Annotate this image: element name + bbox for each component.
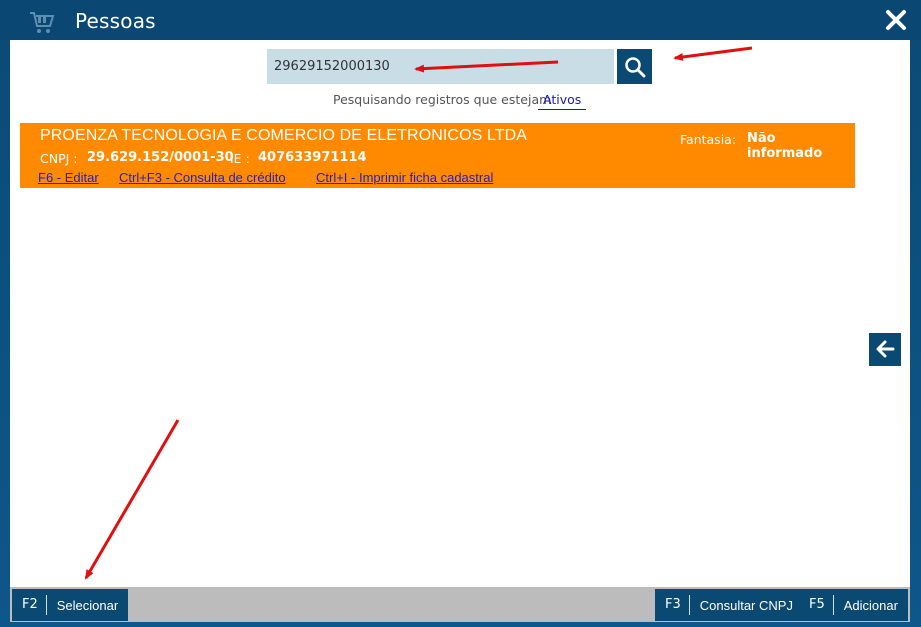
add-key: F5	[799, 595, 834, 615]
app-window: Pessoas Pesquisando registros que esteja…	[0, 0, 921, 627]
ie-value: 407633971114	[258, 150, 367, 165]
company-name: PROENZA TECNOLOGIA E COMERCIO DE ELETRON…	[40, 127, 528, 144]
cnpj-value: 29.629.152/0001-30	[87, 150, 234, 165]
consult-cnpj-label: Consultar CNPJ	[699, 597, 793, 613]
title-bar: Pessoas	[0, 0, 921, 40]
edit-link[interactable]: F6 - Editar	[38, 170, 99, 185]
fantasia-label: Fantasia:	[680, 132, 737, 147]
cnpj-label: CNPJ :	[40, 151, 78, 166]
record-card[interactable]: PROENZA TECNOLOGIA E COMERCIO DE ELETRON…	[20, 123, 855, 188]
add-button[interactable]: F5 Adicionar	[799, 589, 908, 621]
ie-label: IE :	[230, 151, 250, 166]
credit-check-link[interactable]: Ctrl+F3 - Consulta de crédito	[119, 170, 286, 185]
footer-bar: F2 Selecionar F3 Consultar CNPJ F5 Adici…	[10, 587, 910, 622]
search-button[interactable]	[617, 49, 652, 84]
close-icon[interactable]	[885, 9, 907, 31]
window-title: Pessoas	[75, 9, 156, 33]
back-button[interactable]	[869, 333, 901, 366]
arrow-left-icon	[876, 340, 895, 358]
search-icon	[625, 57, 646, 78]
main-content: Pesquisando registros que estejam Ativos…	[10, 40, 910, 587]
add-label: Adicionar	[843, 597, 898, 613]
consult-cnpj-button[interactable]: F3 Consultar CNPJ	[655, 589, 803, 621]
print-record-link[interactable]: Ctrl+I - Imprimir ficha cadastral	[316, 170, 493, 185]
consult-cnpj-key: F3	[655, 595, 690, 615]
filter-status-dropdown[interactable]: Ativos	[538, 92, 587, 110]
select-key: F2	[12, 595, 47, 615]
search-input[interactable]	[267, 49, 614, 84]
select-button[interactable]: F2 Selecionar	[12, 589, 129, 621]
fantasia-value: Não informado	[747, 131, 823, 161]
shopping-cart-icon	[28, 8, 56, 36]
select-label: Selecionar	[56, 597, 119, 613]
filter-label: Pesquisando registros que estejam	[333, 92, 552, 107]
